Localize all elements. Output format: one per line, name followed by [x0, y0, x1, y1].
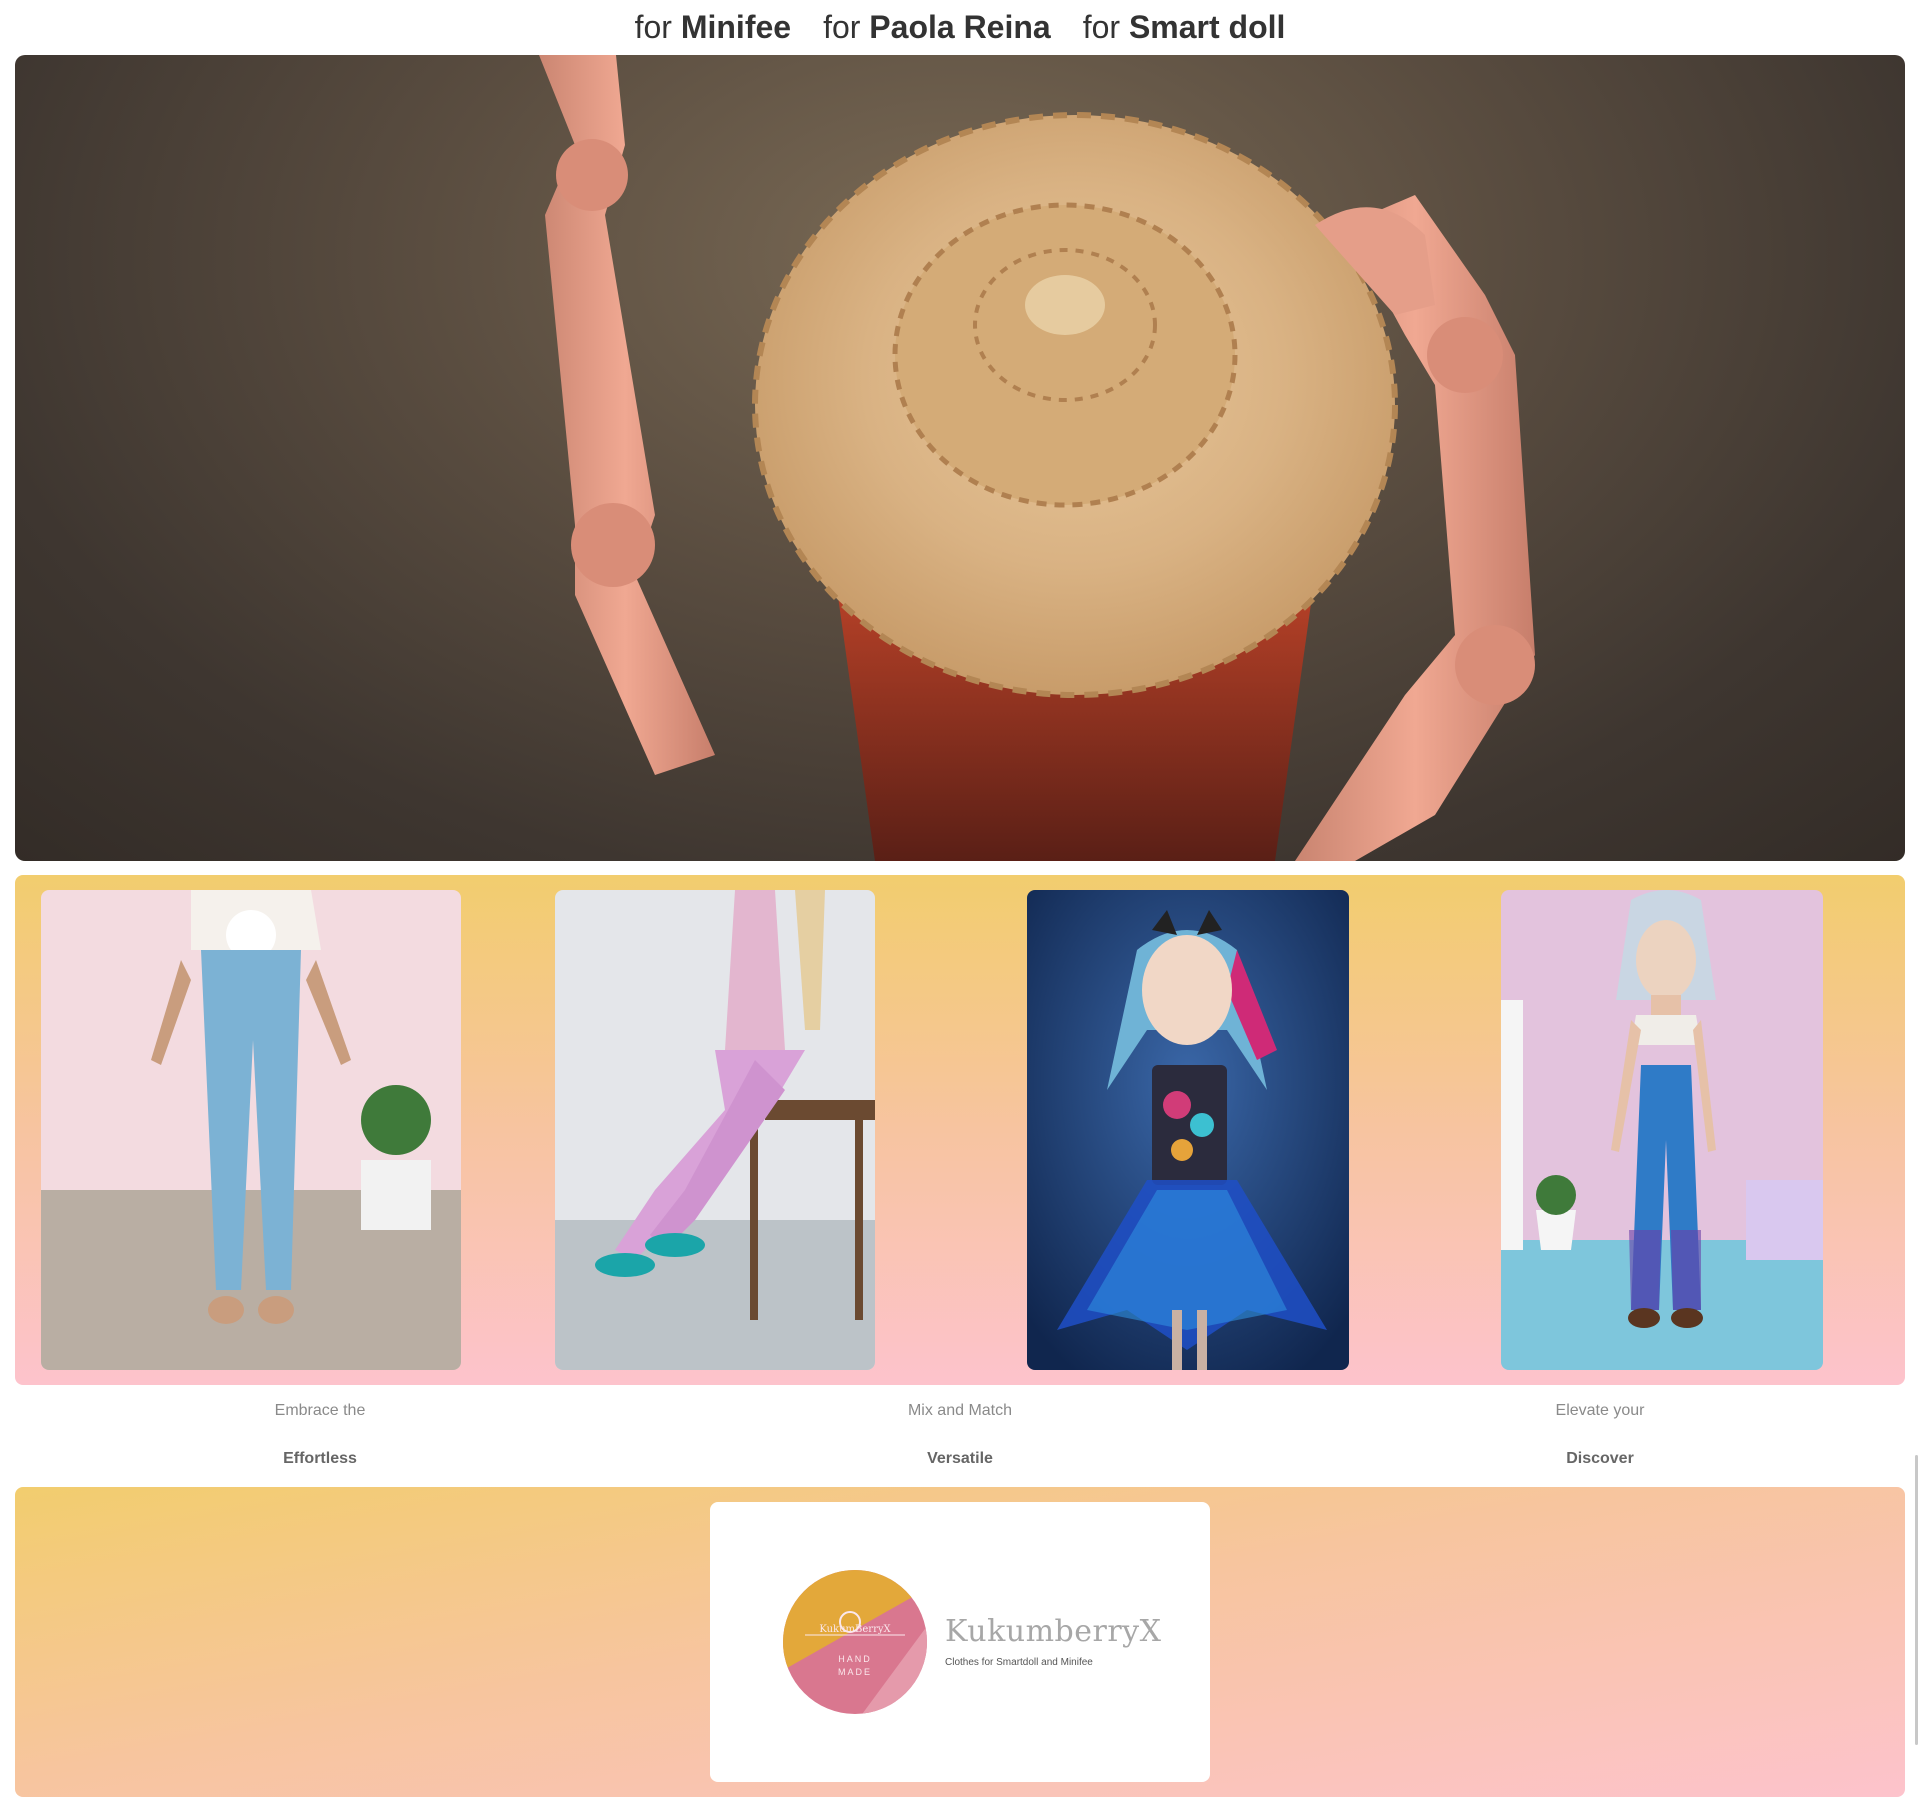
nav-link-smart-doll[interactable]: for Smart doll	[1083, 9, 1286, 46]
nav-link-minifee[interactable]: for Minifee	[635, 9, 791, 46]
nav-link-paola-reina[interactable]: for Paola Reina	[823, 9, 1051, 46]
nav-name: Paola Reina	[869, 9, 1051, 45]
nav-name: Minifee	[680, 9, 792, 45]
nav-prefix: for	[823, 9, 870, 45]
product-photo	[1027, 890, 1349, 1370]
hero-illustration	[539, 55, 1535, 861]
caption-text: Elevate your	[1555, 1402, 1645, 1419]
caption-heading[interactable]: Versatile	[760, 1450, 1160, 1468]
scrollbar[interactable]	[1915, 1455, 1918, 1745]
product-photo	[41, 890, 461, 1370]
product-card[interactable]	[41, 890, 461, 1370]
caption-text: Mix and Match	[907, 1402, 1013, 1419]
caption-heading[interactable]: Effortless	[120, 1450, 520, 1468]
caption-text: Embrace the	[274, 1402, 366, 1419]
nav-prefix: for	[634, 9, 681, 45]
top-nav: for Minifee for Paola Reina for Smart do…	[0, 0, 1920, 55]
logo-badge-line: HAND	[838, 1654, 872, 1664]
logo-badge-line: MADE	[838, 1667, 872, 1677]
product-card[interactable]	[1027, 890, 1349, 1370]
product-photo	[1501, 890, 1823, 1370]
brand-section: KukumBerryX HAND MADE KukumberryX Clothe…	[15, 1487, 1905, 1797]
caption-heading[interactable]: Discover	[1400, 1450, 1800, 1468]
hero-image	[15, 55, 1905, 861]
nav-name: Smart doll	[1128, 9, 1286, 45]
brand-tagline: Clothes for Smartdoll and Minifee	[945, 1657, 1093, 1668]
product-card[interactable]	[1501, 890, 1823, 1370]
brand-name: KukumberryX	[945, 1614, 1162, 1649]
nav-prefix: for	[1082, 9, 1129, 45]
product-card[interactable]	[555, 890, 875, 1370]
brand-card[interactable]: KukumBerryX HAND MADE KukumberryX Clothe…	[710, 1502, 1210, 1782]
product-photo	[555, 890, 875, 1370]
logo-wordmark: KukumBerryX	[819, 1624, 891, 1635]
product-gallery	[15, 875, 1905, 1385]
